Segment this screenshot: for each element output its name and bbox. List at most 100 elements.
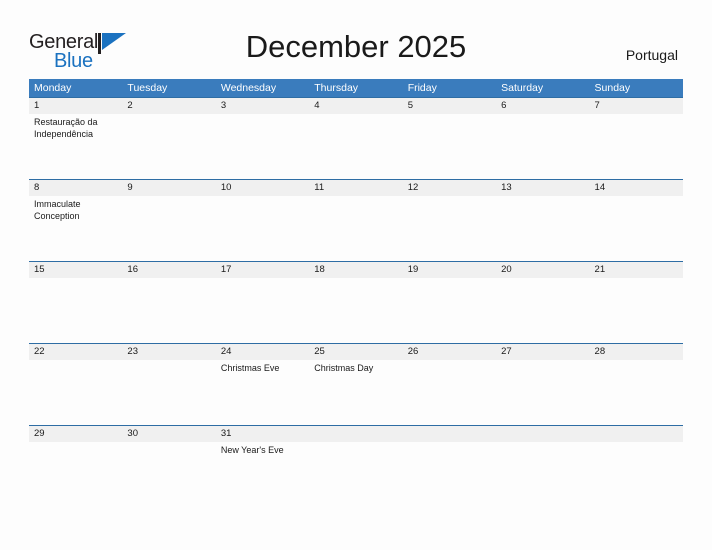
day-cell[interactable]: Immaculate Conception xyxy=(29,196,122,261)
day-number[interactable]: 3 xyxy=(216,98,309,114)
day-cell[interactable] xyxy=(216,114,309,179)
day-number[interactable]: 22 xyxy=(29,344,122,360)
day-cell[interactable] xyxy=(590,278,683,343)
day-number[interactable]: 17 xyxy=(216,262,309,278)
day-number[interactable]: 18 xyxy=(309,262,402,278)
page-title: December 2025 xyxy=(245,29,467,64)
day-cell[interactable]: Christmas Eve xyxy=(216,360,309,425)
calendar-week-row: 1 2 3 4 5 6 7 Restauração da Independênc… xyxy=(29,97,683,179)
day-cell[interactable] xyxy=(590,196,683,261)
day-cell[interactable] xyxy=(590,114,683,179)
country-label: Portugal xyxy=(625,47,678,63)
day-number[interactable]: 11 xyxy=(309,180,402,196)
week-event-band: Immaculate Conception xyxy=(29,196,683,261)
day-number[interactable]: 28 xyxy=(590,344,683,360)
weekday-header-wednesday: Wednesday xyxy=(220,82,277,94)
weekday-header-tuesday: Tuesday xyxy=(127,82,168,94)
day-cell[interactable] xyxy=(29,442,122,470)
day-cell-empty xyxy=(590,442,683,470)
day-cell[interactable] xyxy=(309,196,402,261)
day-number[interactable]: 24 xyxy=(216,344,309,360)
day-cell[interactable] xyxy=(403,278,496,343)
day-cell[interactable] xyxy=(590,360,683,425)
weekday-header-sunday: Sunday xyxy=(594,82,631,94)
weekday-header-row: Monday Tuesday Wednesday Thursday Friday… xyxy=(29,79,683,97)
day-number[interactable]: 20 xyxy=(496,262,589,278)
day-number[interactable]: 2 xyxy=(122,98,215,114)
day-number[interactable]: 19 xyxy=(403,262,496,278)
day-number[interactable]: 7 xyxy=(590,98,683,114)
day-cell-empty xyxy=(309,442,402,470)
event-label: Restauração da Independência xyxy=(34,117,98,139)
weekday-header-friday: Friday xyxy=(407,82,437,94)
day-number[interactable]: 21 xyxy=(590,262,683,278)
week-event-band: New Year's Eve xyxy=(29,442,683,470)
day-number-empty xyxy=(496,426,589,442)
day-cell[interactable]: Christmas Day xyxy=(309,360,402,425)
event-label: Immaculate Conception xyxy=(34,199,81,221)
event-label: Christmas Eve xyxy=(220,363,280,373)
day-number[interactable]: 13 xyxy=(496,180,589,196)
day-number[interactable]: 16 xyxy=(122,262,215,278)
day-cell[interactable] xyxy=(216,196,309,261)
day-cell[interactable] xyxy=(403,114,496,179)
weekday-header-thursday: Thursday xyxy=(314,82,359,94)
day-number[interactable]: 25 xyxy=(309,344,402,360)
day-number[interactable]: 6 xyxy=(496,98,589,114)
calendar-grid: Monday Tuesday Wednesday Thursday Friday… xyxy=(29,79,683,470)
day-number[interactable]: 4 xyxy=(309,98,402,114)
day-cell[interactable] xyxy=(122,360,215,425)
day-cell[interactable]: New Year's Eve xyxy=(216,442,309,470)
day-number[interactable]: 8 xyxy=(29,180,122,196)
day-cell[interactable] xyxy=(216,278,309,343)
day-number[interactable]: 15 xyxy=(29,262,122,278)
day-cell[interactable] xyxy=(122,114,215,179)
day-number[interactable]: 31 xyxy=(216,426,309,442)
weekday-header-saturday: Saturday xyxy=(501,82,544,94)
day-number[interactable]: 1 xyxy=(29,98,122,114)
day-cell[interactable] xyxy=(403,196,496,261)
week-date-band: 29 30 31 xyxy=(29,425,683,442)
day-cell[interactable]: Restauração da Independência xyxy=(29,114,122,179)
day-cell[interactable] xyxy=(496,196,589,261)
day-cell[interactable] xyxy=(29,360,122,425)
day-number[interactable]: 29 xyxy=(29,426,122,442)
day-cell[interactable] xyxy=(496,114,589,179)
day-number-empty xyxy=(309,426,402,442)
day-number[interactable]: 12 xyxy=(403,180,496,196)
day-number[interactable]: 10 xyxy=(216,180,309,196)
day-cell[interactable] xyxy=(496,360,589,425)
day-number-empty xyxy=(403,426,496,442)
calendar-page: General Blue December 2025 Portugal Mond… xyxy=(0,0,712,550)
calendar-week-row: 15 16 17 18 19 20 21 xyxy=(29,261,683,343)
page-header: General Blue December 2025 Portugal xyxy=(29,28,683,74)
day-cell[interactable] xyxy=(496,278,589,343)
week-date-band: 1 2 3 4 5 6 7 xyxy=(29,97,683,114)
day-number[interactable]: 27 xyxy=(496,344,589,360)
week-event-band: Christmas Eve Christmas Day xyxy=(29,360,683,425)
day-cell[interactable] xyxy=(122,278,215,343)
day-number[interactable]: 9 xyxy=(122,180,215,196)
day-number[interactable]: 5 xyxy=(403,98,496,114)
event-label: Christmas Day xyxy=(314,363,374,373)
day-cell[interactable] xyxy=(29,278,122,343)
calendar-week-row: 29 30 31 New Year's Eve xyxy=(29,425,683,470)
day-number[interactable]: 23 xyxy=(122,344,215,360)
day-cell-empty xyxy=(403,442,496,470)
day-cell[interactable] xyxy=(403,360,496,425)
event-label: New Year's Eve xyxy=(220,445,284,455)
calendar-week-row: 8 9 10 11 12 13 14 Immaculate Conception xyxy=(29,179,683,261)
calendar-week-row: 22 23 24 25 26 27 28 Christmas Eve Chris… xyxy=(29,343,683,425)
day-cell[interactable] xyxy=(309,278,402,343)
day-number[interactable]: 30 xyxy=(122,426,215,442)
week-date-band: 15 16 17 18 19 20 21 xyxy=(29,261,683,278)
day-cell[interactable] xyxy=(122,442,215,470)
day-number[interactable]: 14 xyxy=(590,180,683,196)
day-number-empty xyxy=(590,426,683,442)
week-date-band: 8 9 10 11 12 13 14 xyxy=(29,179,683,196)
day-cell[interactable] xyxy=(122,196,215,261)
day-number[interactable]: 26 xyxy=(403,344,496,360)
weekday-header-monday: Monday xyxy=(34,82,72,94)
day-cell[interactable] xyxy=(309,114,402,179)
week-date-band: 22 23 24 25 26 27 28 xyxy=(29,343,683,360)
